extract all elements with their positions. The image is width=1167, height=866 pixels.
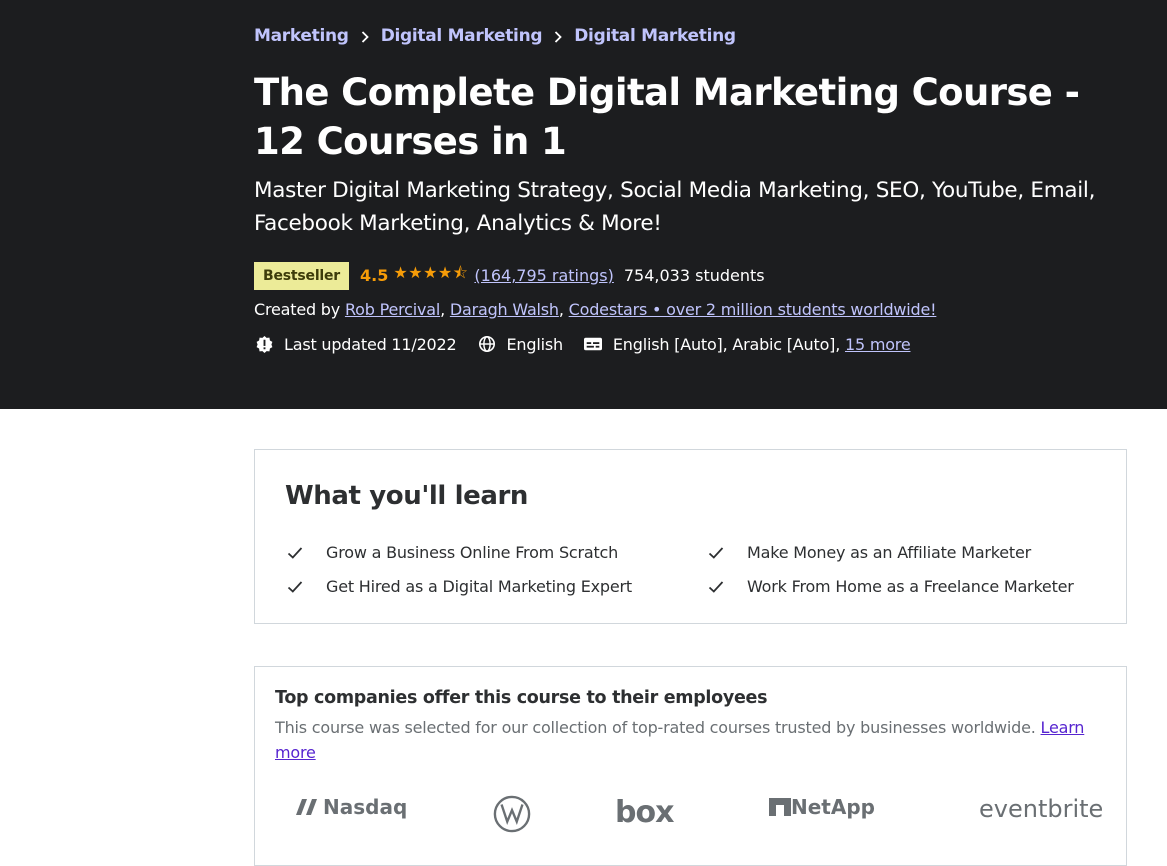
learn-item: Grow a Business Online From Scratch bbox=[287, 543, 618, 562]
breadcrumb-link[interactable]: Digital Marketing bbox=[381, 26, 543, 46]
star-rating-icon: ★★★★⯪ bbox=[393, 263, 469, 282]
learn-item: Make Money as an Affiliate Marketer bbox=[708, 543, 1031, 562]
instructor-link[interactable]: Codestars • over 2 million students worl… bbox=[569, 300, 937, 319]
learn-item: Work From Home as a Freelance Marketer bbox=[708, 577, 1074, 596]
box-logo: box bbox=[615, 795, 674, 830]
check-icon bbox=[287, 580, 307, 594]
course-hero: Marketing Digital Marketing Digital Mark… bbox=[0, 0, 1167, 409]
closed-captions-icon bbox=[583, 334, 603, 354]
section-title: What you'll learn bbox=[285, 481, 528, 511]
globe-icon bbox=[477, 334, 497, 354]
nasdaq-logo-text: Nasdaq bbox=[323, 795, 408, 819]
bestseller-badge: Bestseller bbox=[254, 261, 350, 290]
section-description: This course was selected for our collect… bbox=[275, 715, 1095, 765]
captions: English [Auto], Arabic [Auto], 15 more bbox=[583, 334, 911, 354]
last-updated-text: Last updated 11/2022 bbox=[284, 334, 457, 354]
rating-row: Bestseller 4.5 ★★★★⯪ (164,795 ratings) 7… bbox=[254, 261, 765, 290]
check-icon bbox=[708, 546, 728, 560]
chevron-right-icon bbox=[542, 29, 574, 43]
course-meta: Last updated 11/2022 English English [Au… bbox=[254, 334, 911, 354]
rating-value: 4.5 bbox=[360, 266, 389, 285]
course-title: The Complete Digital Marketing Course - … bbox=[254, 71, 1080, 163]
check-icon bbox=[287, 546, 307, 560]
vw-logo bbox=[493, 795, 531, 839]
language: English bbox=[477, 334, 563, 354]
nasdaq-logo: Nasdaq bbox=[293, 795, 407, 820]
instructor-link[interactable]: Daragh Walsh bbox=[450, 300, 559, 319]
breadcrumb-link[interactable]: Digital Marketing bbox=[574, 26, 736, 46]
learn-item-text: Get Hired as a Digital Marketing Expert bbox=[326, 577, 632, 596]
netapp-logo-text: NetApp bbox=[791, 795, 875, 819]
separator: , bbox=[558, 300, 564, 319]
section-title: Top companies offer this course to their… bbox=[275, 688, 768, 708]
description-text: This course was selected for our collect… bbox=[275, 718, 1036, 737]
students-count: 754,033 students bbox=[623, 266, 765, 285]
created-by-label: Created by bbox=[254, 300, 341, 319]
captions-text: English [Auto], Arabic [Auto], bbox=[612, 334, 841, 354]
check-icon bbox=[708, 580, 728, 594]
learn-item-text: Make Money as an Affiliate Marketer bbox=[747, 543, 1032, 562]
ratings-count-link[interactable]: (164,795 ratings) bbox=[474, 266, 613, 285]
chevron-right-icon bbox=[349, 29, 381, 43]
breadcrumb-link[interactable]: Marketing bbox=[254, 26, 349, 46]
language-text: English bbox=[506, 334, 564, 354]
course-subtitle: Master Digital Marketing Strategy, Socia… bbox=[254, 178, 1096, 236]
instructor-link[interactable]: Rob Percival bbox=[345, 300, 440, 319]
learn-item-text: Grow a Business Online From Scratch bbox=[326, 543, 619, 562]
breadcrumb: Marketing Digital Marketing Digital Mark… bbox=[254, 26, 736, 46]
eventbrite-logo: eventbrite bbox=[979, 795, 1104, 823]
what-you-learn-box: What you'll learn Grow a Business Online… bbox=[254, 449, 1127, 624]
netapp-logo: NetApp bbox=[769, 795, 875, 820]
separator: , bbox=[440, 300, 445, 319]
alert-badge-icon bbox=[254, 334, 274, 354]
captions-more-link[interactable]: 15 more bbox=[845, 335, 911, 354]
learn-item: Get Hired as a Digital Marketing Expert bbox=[287, 577, 632, 596]
company-logos: Nasdaq box NetApp eventbrite bbox=[275, 795, 1105, 835]
last-updated: Last updated 11/2022 bbox=[254, 334, 457, 354]
learn-item-text: Work From Home as a Freelance Marketer bbox=[747, 577, 1074, 596]
top-companies-box: Top companies offer this course to their… bbox=[254, 666, 1127, 866]
created-by: Created by Rob Percival, Daragh Walsh, C… bbox=[254, 300, 937, 319]
